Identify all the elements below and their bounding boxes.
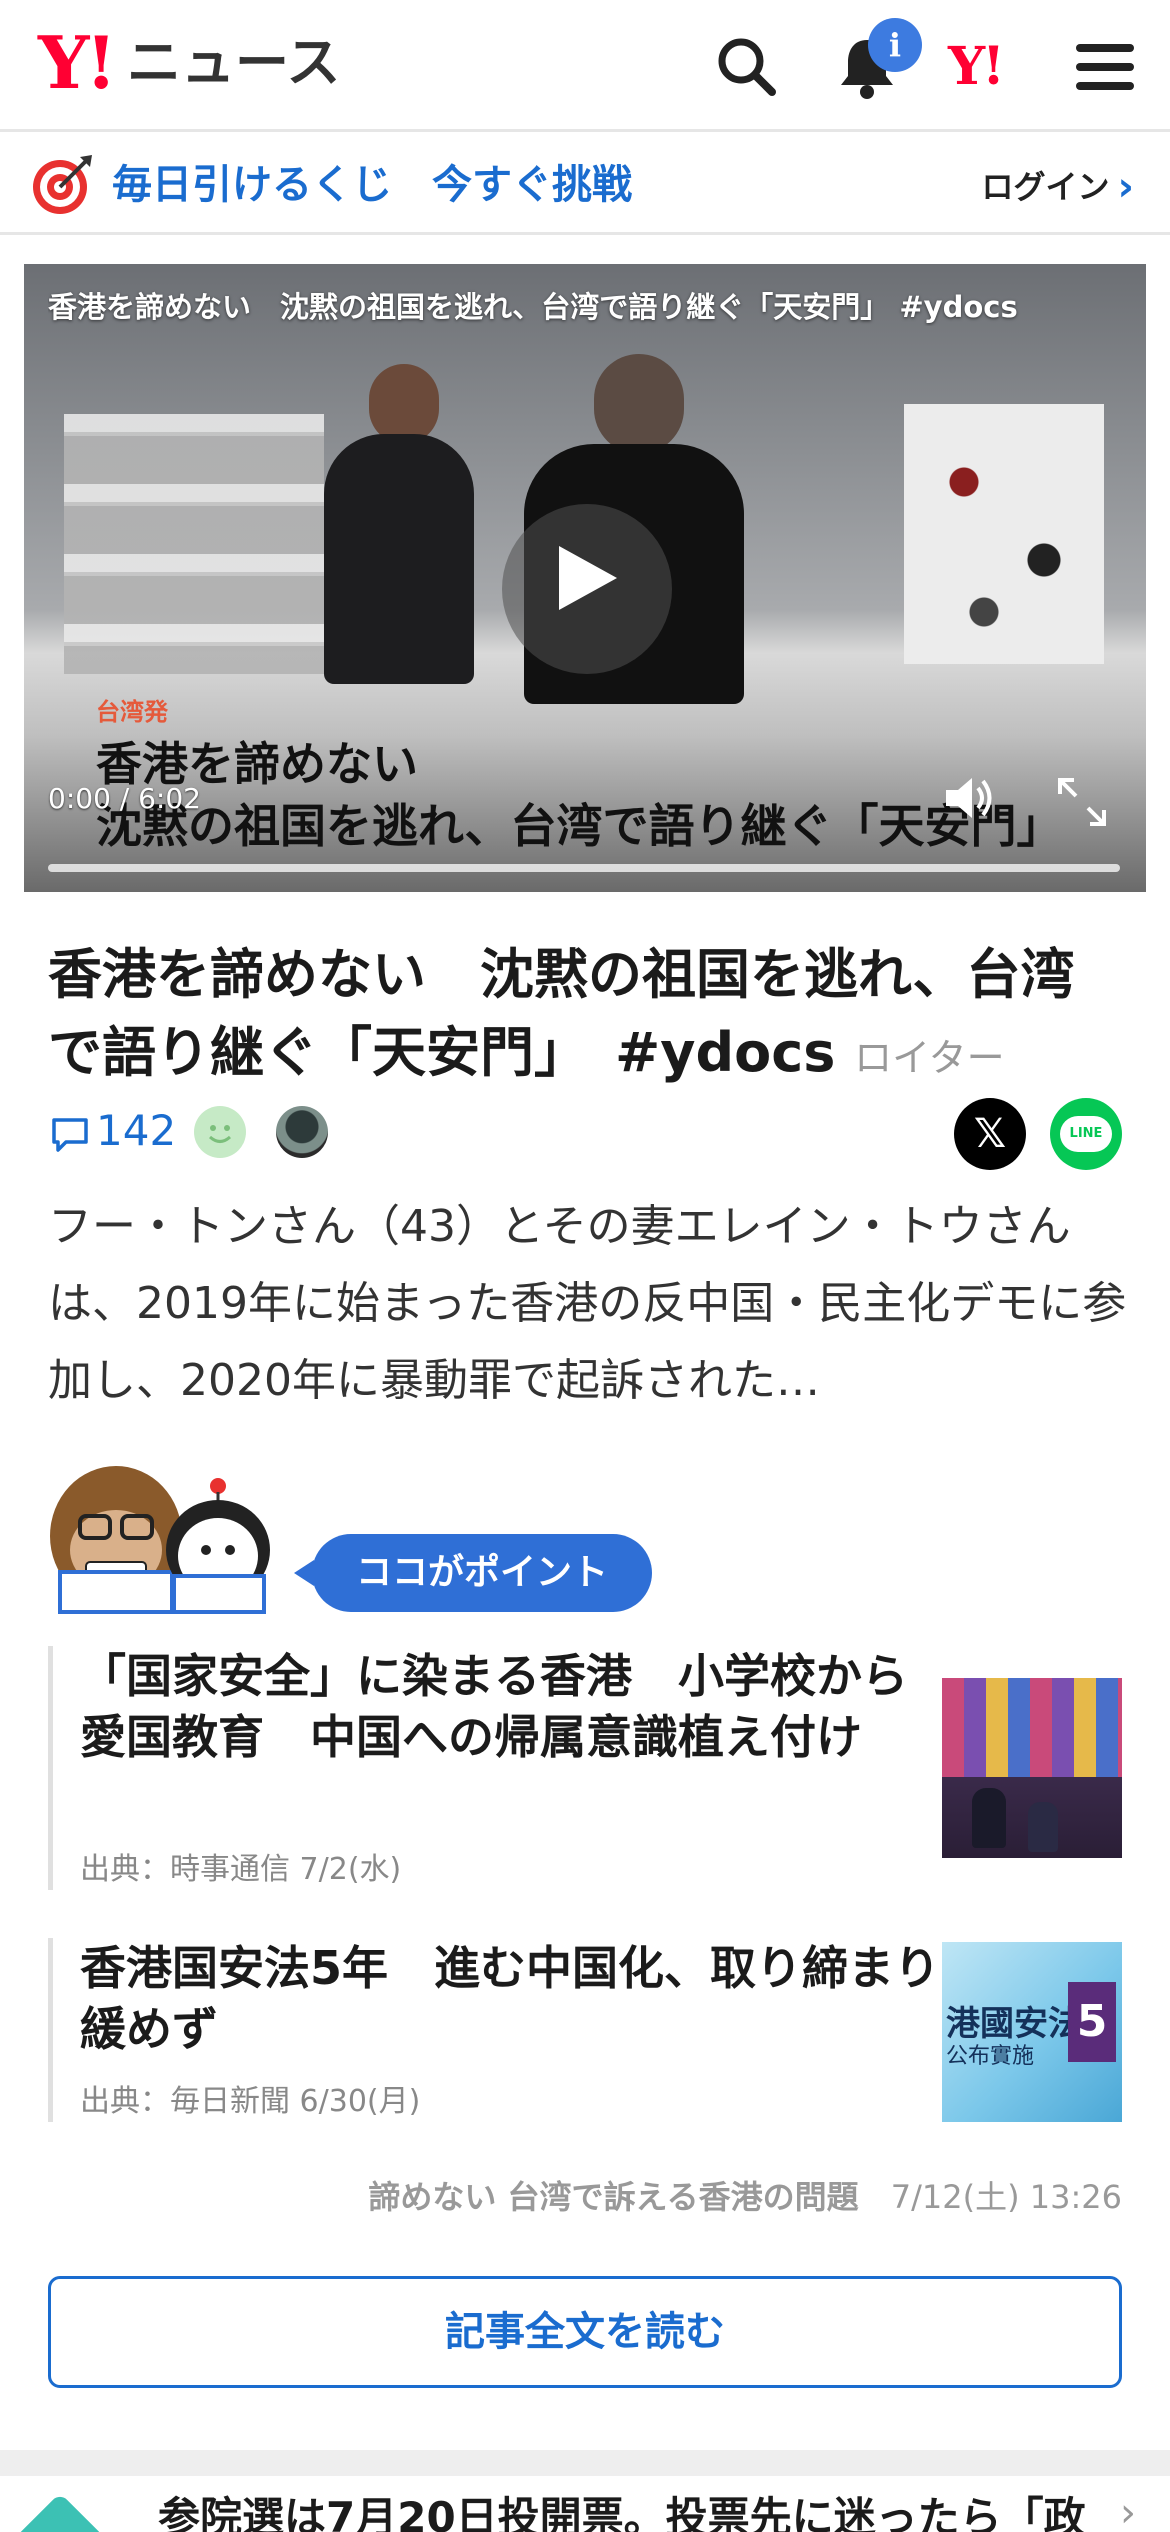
teaser-text: 参院選は7月20日投開票。投票先に迷ったら「政 (158, 2493, 1086, 2532)
mascot-characters-icon (50, 1466, 270, 1614)
chevron-right-icon: › (1120, 2490, 1136, 2532)
video-player[interactable]: 香港を諦めない 沈黙の祖国を逃れ、台湾で語り継ぐ「天安門」 #ydocs 台湾発… (24, 264, 1146, 892)
commenter-avatar (276, 1106, 328, 1158)
login-link[interactable]: ログイン › (982, 159, 1135, 215)
video-frame-person (324, 434, 474, 684)
reaction-smile-icon (194, 1106, 246, 1158)
fullscreen-icon[interactable] (1054, 774, 1110, 830)
related-article-thumbnail[interactable]: 港國安法 公布實施 5 (942, 1942, 1122, 2122)
promo-text[interactable]: 毎日引けるくじ 今すぐ挑戦 (112, 155, 632, 215)
video-time: 0:00 / 6:02 (48, 782, 201, 815)
related-article-source: 出典：時事通信 7/2(水) (80, 1852, 402, 1887)
video-title: 香港を諦めない 沈黙の祖国を逃れ、台湾で語り継ぐ「天安門」 #ydocs (48, 290, 1018, 324)
related-article-bar (48, 1646, 53, 1890)
comment-count[interactable]: 142 (96, 1106, 176, 1155)
news-logo-text: ニュース (127, 31, 341, 94)
election-teaser[interactable]: 参院選は7月20日投開票。投票先に迷ったら「政 › (0, 2476, 1170, 2532)
notification-badge: i (868, 18, 922, 72)
share-line-button[interactable]: LINE (1050, 1098, 1122, 1170)
hamburger-menu-icon[interactable] (1070, 32, 1140, 102)
point-label-pill: ココがポイント (294, 1534, 652, 1612)
comment-icon[interactable] (50, 1114, 90, 1154)
target-icon (33, 155, 92, 214)
article-headline[interactable]: 香港を諦めない 沈黙の祖国を逃れ、台湾で語り継ぐ「天安門」 #ydocs ロイタ… (48, 936, 1128, 1097)
related-article-source: 出典：毎日新聞 6/30(月) (80, 2084, 421, 2119)
article-source: ロイター (854, 1036, 1005, 1080)
video-caption-line: 沈黙の祖国を逃れ、台湾で語り継ぐ「天安門」 (96, 799, 1063, 853)
thumbnail-figure (1028, 1802, 1058, 1852)
related-article-title[interactable]: 香港国安法5年 進む中国化、取り締まり緩めず (80, 1938, 940, 2060)
video-caption-tag: 台湾発 (96, 698, 168, 726)
election-icon (14, 2492, 106, 2532)
lottery-promo-bar[interactable]: 毎日引けるくじ 今すぐ挑戦 ログイン › (0, 135, 1170, 235)
yahoo-news-logo[interactable]: Y! ニュース (38, 20, 341, 105)
play-icon[interactable] (559, 546, 617, 610)
chevron-right-icon: › (1117, 164, 1134, 210)
related-article[interactable]: 「国家安全」に染まる香港 小学校から愛国教育 中国への帰属意識植え付け 出典：時… (48, 1646, 1122, 1890)
related-article-bar (48, 1938, 53, 2122)
thumbnail-subtext: 公布實施 (946, 2044, 1035, 2069)
read-full-article-button[interactable]: 記事全文を読む (48, 2276, 1122, 2388)
line-logo: LINE (1060, 1116, 1112, 1152)
related-article-title[interactable]: 「国家安全」に染まる香港 小学校から愛国教育 中国への帰属意識植え付け (80, 1646, 940, 1768)
related-article-thumbnail[interactable] (942, 1678, 1122, 1858)
yahoo-logo-mark: Y! (38, 20, 117, 105)
series-title[interactable]: 諦めない 台湾で訴える香港の問題 (368, 2178, 858, 2216)
article-lead[interactable]: フー・トンさん（43）とその妻エレイン・トウさんは、2019年に始まった香港の反… (48, 1188, 1128, 1419)
thumbnail-figure (972, 1788, 1006, 1848)
share-x-button[interactable]: 𝕏 (954, 1098, 1026, 1170)
login-label: ログイン (981, 168, 1110, 206)
top-header: Y! ニュース i Y! (0, 0, 1170, 132)
video-frame-person (369, 364, 439, 444)
article-byline: 諦めない 台湾で訴える香港の問題 7/12(土) 13:26 (368, 2172, 1122, 2218)
video-frame-wall (904, 404, 1104, 664)
video-progress-bar[interactable] (48, 864, 1120, 872)
volume-icon[interactable] (938, 768, 998, 828)
section-divider (0, 2450, 1170, 2476)
video-frame-person (594, 354, 684, 454)
publish-date: 7/12(土) 13:26 (890, 2178, 1122, 2216)
video-frame-shelf (64, 414, 324, 674)
search-icon[interactable] (712, 32, 782, 102)
article-meta-row: 142 𝕏 LINE (50, 1098, 1130, 1170)
thumbnail-number: 5 (1068, 1982, 1116, 2062)
yahoo-japan-icon[interactable]: Y! (948, 36, 1005, 97)
related-article[interactable]: 香港国安法5年 進む中国化、取り締まり緩めず 出典：毎日新聞 6/30(月) 港… (48, 1938, 1122, 2122)
